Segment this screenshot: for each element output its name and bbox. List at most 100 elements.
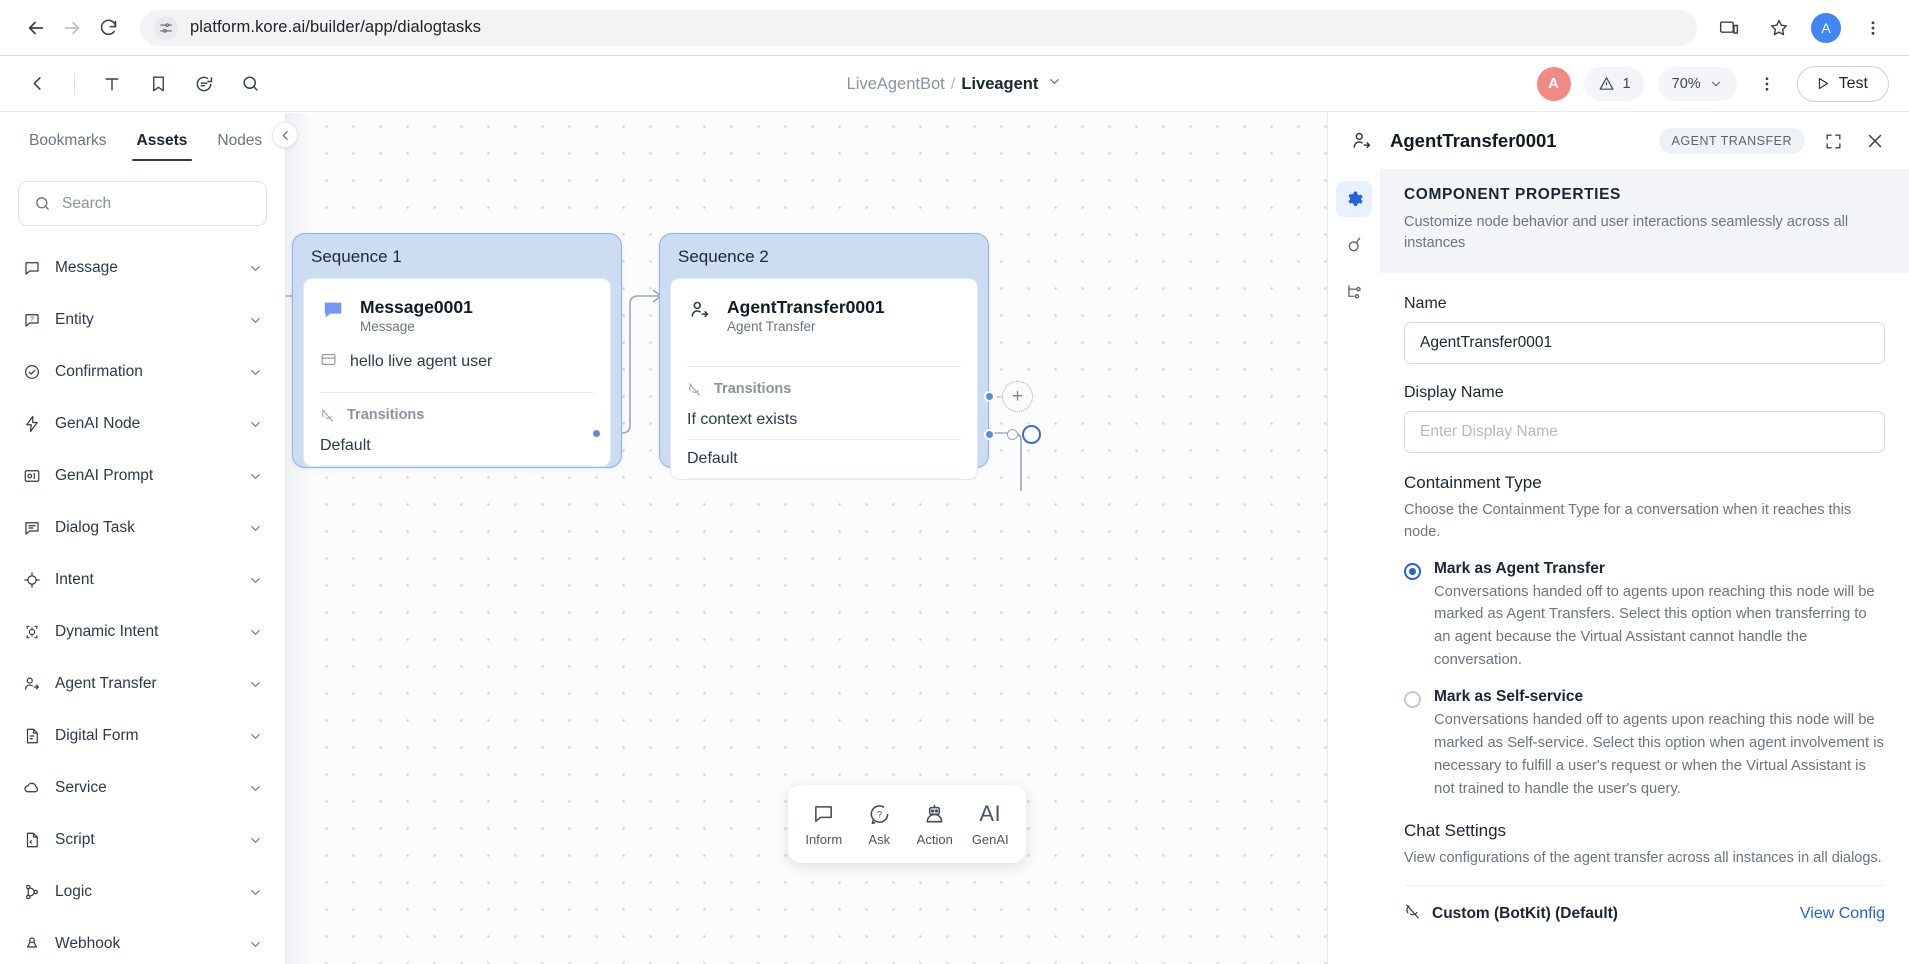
output-port[interactable]: [984, 429, 995, 440]
sidebar-item-service[interactable]: Service: [0, 762, 285, 814]
radio-option-agent-transfer[interactable]: Mark as Agent Transfer Conversations han…: [1404, 560, 1885, 673]
sidebar-item-confirmation[interactable]: Confirmation: [0, 346, 285, 398]
bookmark-star-icon[interactable]: [1761, 10, 1797, 46]
sidebar-item-dialog-task[interactable]: Dialog Task: [0, 502, 285, 554]
toolbar-ask-button[interactable]: ? Ask: [852, 801, 906, 847]
tab-nodes[interactable]: Nodes: [202, 132, 277, 161]
node-links-icon[interactable]: [1336, 273, 1372, 309]
chevron-down-icon: [1711, 81, 1720, 86]
message-node[interactable]: Message0001 Message hello live agent use…: [303, 278, 611, 467]
radio-agent-transfer-desc: Conversations handed off to agents upon …: [1434, 583, 1875, 669]
add-node-button[interactable]: +: [1002, 381, 1033, 412]
chevron-down-icon[interactable]: [248, 729, 263, 744]
intent-icon: [22, 571, 41, 590]
transition-row[interactable]: Default: [671, 440, 977, 478]
sidebar-item-digital-form[interactable]: Digital Form: [0, 710, 285, 762]
toolbar-inform-button[interactable]: Inform: [797, 801, 851, 847]
sidebar-item-agent-transfer[interactable]: Agent Transfer: [0, 658, 285, 710]
zoom-level-select[interactable]: 70%: [1657, 66, 1737, 101]
message-node-text-wrap: Message0001 Message: [360, 297, 473, 336]
site-settings-icon[interactable]: [154, 15, 178, 40]
properties-gear-icon[interactable]: [1336, 181, 1372, 217]
end-node-icon[interactable]: [1022, 425, 1041, 444]
radio-agent-transfer[interactable]: [1404, 562, 1421, 580]
chevron-down-icon[interactable]: [248, 469, 263, 484]
sidebar-item-webhook[interactable]: Webhook: [0, 918, 285, 964]
address-bar[interactable]: platform.kore.ai/builder/app/dialogtasks: [140, 9, 1697, 46]
breadcrumb-current[interactable]: Liveagent: [961, 75, 1038, 94]
sidebar-item-message[interactable]: Message: [0, 242, 285, 294]
inform-bubble-icon: [812, 801, 835, 827]
sidebar-item-genai-node[interactable]: GenAI Node: [0, 398, 285, 450]
name-input[interactable]: AgentTransfer0001: [1404, 322, 1885, 365]
sequence-2-group[interactable]: Sequence 2 AgentTransfer0001 Agent Trans…: [659, 233, 989, 480]
chevron-down-icon[interactable]: [1047, 74, 1062, 94]
text-tool-icon[interactable]: [95, 67, 129, 101]
search-icon[interactable]: [233, 67, 267, 101]
breadcrumb-root[interactable]: LiveAgentBot: [847, 75, 945, 94]
chevron-down-icon[interactable]: [248, 781, 263, 796]
transition-row[interactable]: If context exists: [671, 401, 977, 439]
chevron-down-icon[interactable]: [248, 625, 263, 640]
comment-icon[interactable]: [187, 67, 221, 101]
ask-question-icon: ?: [868, 801, 891, 827]
radio-option-self-service[interactable]: Mark as Self-service Conversations hande…: [1404, 688, 1885, 801]
browser-back-icon[interactable]: [18, 10, 54, 46]
end-connector-port[interactable]: [1007, 429, 1018, 440]
genai-prompt-icon: [22, 467, 41, 486]
radio-self-service[interactable]: [1404, 691, 1421, 709]
message-node-header: Message0001 Message: [304, 279, 610, 340]
output-port[interactable]: [591, 428, 602, 439]
user-avatar[interactable]: A: [1536, 66, 1571, 101]
bookmark-icon[interactable]: [141, 67, 175, 101]
chevron-down-icon[interactable]: [248, 313, 263, 328]
sidebar-item-genai-prompt[interactable]: GenAI Prompt: [0, 450, 285, 502]
transition-row[interactable]: Default: [304, 427, 610, 465]
test-button[interactable]: Test: [1796, 65, 1889, 102]
install-app-icon[interactable]: [1711, 10, 1747, 46]
chevron-down-icon[interactable]: [248, 677, 263, 692]
chevron-down-icon[interactable]: [248, 417, 263, 432]
browser-forward-icon[interactable]: [54, 10, 90, 46]
message-icon: [22, 259, 41, 278]
transition-icon: [688, 382, 701, 396]
sequence-1-title: Sequence 1: [311, 247, 402, 266]
display-name-input[interactable]: Enter Display Name: [1404, 411, 1885, 454]
flow-canvas[interactable]: Sequence 1 Message0001 Message hello liv: [286, 113, 1327, 964]
toolbar-action-button[interactable]: Action: [908, 801, 962, 847]
radio-self-service-desc: Conversations handed off to agents upon …: [1434, 712, 1884, 797]
webhook-icon: [22, 935, 41, 954]
warnings-badge[interactable]: 1: [1583, 66, 1645, 101]
tab-bookmarks[interactable]: Bookmarks: [14, 132, 122, 161]
app-back-icon[interactable]: [20, 67, 54, 101]
sidebar-item-script[interactable]: Script: [0, 814, 285, 866]
connections-icon[interactable]: [1336, 227, 1372, 263]
sidebar-item-entity[interactable]: ? Entity: [0, 294, 285, 346]
sequence-1-group[interactable]: Sequence 1 Message0001 Message hello liv: [292, 233, 622, 468]
tab-assets[interactable]: Assets: [122, 132, 203, 161]
chevron-down-icon[interactable]: [248, 937, 263, 952]
agent-transfer-node[interactable]: AgentTransfer0001 Agent Transfer Transit…: [670, 278, 978, 480]
browser-menu-icon[interactable]: [1855, 10, 1891, 46]
chevron-down-icon[interactable]: [248, 833, 263, 848]
view-config-link[interactable]: View Config: [1800, 905, 1885, 923]
sidebar-item-dynamic-intent[interactable]: Dynamic Intent: [0, 606, 285, 658]
close-icon[interactable]: [1861, 127, 1889, 155]
expand-fullscreen-icon[interactable]: [1819, 127, 1847, 155]
output-port[interactable]: [984, 391, 995, 402]
sidebar-item-logic[interactable]: Logic: [0, 866, 285, 918]
message-node-content-row: hello live agent user: [304, 340, 610, 384]
sidebar-item-intent[interactable]: Intent: [0, 554, 285, 606]
chevron-down-icon[interactable]: [248, 573, 263, 588]
search-input[interactable]: Search: [18, 181, 267, 226]
chevron-down-icon[interactable]: [248, 885, 263, 900]
chevron-down-icon[interactable]: [248, 261, 263, 276]
browser-profile-avatar[interactable]: A: [1811, 12, 1841, 43]
chevron-down-icon[interactable]: [248, 521, 263, 536]
chevron-down-icon[interactable]: [248, 365, 263, 380]
node-type-badge: AGENT TRANSFER: [1658, 128, 1805, 154]
toolbar-genai-button[interactable]: AI GenAI: [963, 801, 1017, 847]
more-options-icon[interactable]: [1750, 67, 1784, 101]
browser-reload-icon[interactable]: [90, 10, 126, 46]
sidebar-collapse-button[interactable]: [272, 122, 298, 148]
